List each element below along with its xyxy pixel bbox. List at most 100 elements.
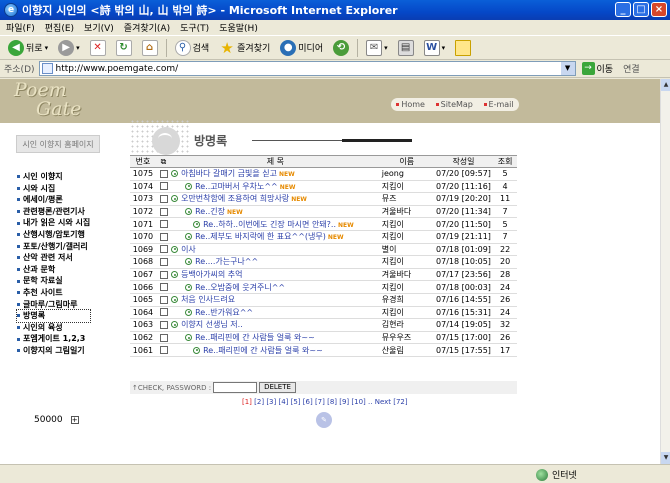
edit-button[interactable]: W ▾ [422,38,448,58]
sidebar-item[interactable]: 글마루/그림마루 [17,299,90,311]
subject-link[interactable]: Re..반가워요^^ [195,308,253,317]
row-subject[interactable]: 이향지 선생님 저.. [171,318,380,332]
print-button[interactable]: ▤ [396,38,416,58]
page-link[interactable]: [5] [291,398,301,406]
menu-file[interactable]: 파일(F) [6,21,35,34]
row-subject[interactable]: Re....가는구나^^ [171,255,380,269]
row-checkbox[interactable] [159,320,168,329]
minimize-button[interactable]: _ [615,2,631,17]
subject-link[interactable]: 처음 인사드려요 [181,295,235,304]
subject-link[interactable]: 이사 [181,245,196,254]
sidebar-item[interactable]: 산행시행/암토기행 [17,229,90,241]
nav-email[interactable]: E-mail [483,100,514,109]
address-dropdown-icon[interactable]: ▼ [560,62,575,75]
search-button[interactable]: ⚲ 검색 [173,38,212,58]
row-subject[interactable]: Re..반가워요^^ [171,306,380,320]
page-link[interactable]: [2] [254,398,264,406]
refresh-button[interactable]: ↻ [114,38,134,58]
delete-button[interactable]: DELETE [259,382,296,393]
row-checkbox[interactable] [159,333,168,342]
subject-link[interactable]: Re..고마버서 우차노^^ [195,182,278,191]
sidebar-item[interactable]: 산악 관련 저서 [17,252,90,264]
sidebar-item-guestbook[interactable]: 방명록 [15,309,92,323]
row-subject[interactable]: Re..하하..이번에도 긴장 마시면 안돼?.. NEW [171,217,380,231]
row-checkbox[interactable] [159,270,168,279]
row-subject[interactable]: Re..패리핀에 간 사람들 얼룩 와~~ [171,343,380,357]
address-url[interactable]: http://www.poemgate.com/ [56,64,561,74]
row-checkbox[interactable] [159,220,168,229]
subject-link[interactable]: Re..하하..이번에도 긴장 마시면 안돼?.. [203,220,336,229]
counter-plus-button[interactable]: + [70,416,79,424]
page-link[interactable]: [7] [315,398,325,406]
row-checkbox[interactable] [159,308,168,317]
row-subject[interactable]: 이사 [171,243,380,257]
row-checkbox[interactable] [159,232,168,241]
vertical-scrollbar[interactable]: ▲ ▼ [660,79,670,464]
sidebar-item[interactable]: 시와 시집 [17,183,90,195]
forward-button[interactable]: ▶ ▾ [56,38,82,58]
sidebar-item[interactable]: 관련평론/관련기사 [17,206,90,218]
sidebar-item[interactable]: 포엠게이트 1,2,3 [17,333,90,345]
scroll-up-icon[interactable]: ▲ [661,79,670,91]
page-next[interactable]: Next [375,398,391,406]
discuss-button[interactable] [453,38,473,58]
row-checkbox[interactable] [159,283,168,292]
sidebar-item[interactable]: 에세이/평론 [17,194,90,206]
go-button[interactable]: → 이동 [581,62,613,75]
menu-favorites[interactable]: 즐겨찾기(A) [124,21,170,34]
home-button[interactable]: ⌂ [140,38,160,58]
row-checkbox[interactable] [159,207,168,216]
sidebar-item[interactable]: 시인 이향지 [17,171,90,183]
maximize-button[interactable]: □ [633,2,649,17]
page-last[interactable]: [72] [393,398,407,406]
row-subject[interactable]: Re..패리핀에 간 사람들 얼룩 와~~ [171,331,380,345]
row-checkbox[interactable] [159,194,168,203]
menu-tools[interactable]: 도구(T) [180,21,209,34]
subject-link[interactable]: Re..긴장 [195,207,225,216]
media-button[interactable]: ● 미디어 [278,38,325,58]
row-subject[interactable]: Re..제부도 바지락에 한 표요^^(냉무) NEW [171,230,380,244]
subject-link[interactable]: Re..패리핀에 간 사람들 얼룩 와~~ [195,333,315,342]
row-checkbox[interactable] [159,245,168,254]
row-subject[interactable]: 등백아가씨의 추억 [171,268,380,282]
row-subject[interactable]: Re..긴장 NEW [171,205,380,219]
sidebar-item[interactable]: 시인의 육성 [17,322,90,334]
row-subject[interactable]: 오만번착함에 조용하여 희망사랑 NEW [171,192,380,206]
row-checkbox[interactable] [159,169,168,178]
nav-home[interactable]: Home [396,100,425,109]
row-subject[interactable]: Re..오밤중에 웃겨주니^^ [171,280,380,294]
subject-link[interactable]: Re..패리핀에 간 사람들 얼룩 와~~ [203,346,323,355]
subject-link[interactable]: Re..제부도 바지락에 한 표요^^(냉무) [195,232,326,241]
row-subject[interactable]: 아침바다 갈매기 금빛을 싣고 NEW [171,167,380,181]
subject-link[interactable]: 이향지 선생님 저.. [181,320,243,329]
subject-link[interactable]: Re....가는구나^^ [195,257,258,266]
window-titlebar[interactable]: e 이향지 시인의 <詩 밖의 山, 山 밖의 詩> - Microsoft I… [0,0,670,20]
menu-help[interactable]: 도움말(H) [219,21,258,34]
subject-link[interactable]: Re..오밤중에 웃겨주니^^ [195,283,285,292]
sidebar-item[interactable]: 추천 사이트 [17,287,90,299]
copy-icon[interactable]: ⧉ [161,157,167,166]
stop-button[interactable]: ✕ [88,38,108,58]
site-logo[interactable]: Poem Gate [14,81,81,119]
subject-link[interactable]: 등백아가씨의 추억 [181,270,242,279]
sidebar-item[interactable]: 포토/산행기/갤러리 [17,241,90,253]
row-checkbox[interactable] [159,257,168,266]
menu-view[interactable]: 보기(V) [84,21,114,34]
sidebar-item[interactable]: 산과 문학 [17,264,90,276]
row-checkbox[interactable] [159,182,168,191]
page-link[interactable]: [8] [327,398,337,406]
address-input[interactable]: http://www.poemgate.com/ ▼ [38,61,576,76]
page-current[interactable]: [1] [242,398,252,406]
page-link[interactable]: [3] [266,398,276,406]
history-button[interactable]: ⟲ [331,38,351,58]
close-button[interactable]: × [651,2,667,17]
scroll-down-icon[interactable]: ▼ [661,452,670,464]
poet-home-button[interactable]: 시인 이향지 홈페이지 [16,135,100,153]
page-link[interactable]: [10] [351,398,365,406]
links-button[interactable]: 연결 [623,62,640,75]
mail-button[interactable]: ✉ ▾ [364,38,390,58]
page-link[interactable]: [4] [278,398,288,406]
page-link[interactable]: [9] [339,398,349,406]
row-checkbox[interactable] [159,295,168,304]
page-link[interactable]: [6] [303,398,313,406]
